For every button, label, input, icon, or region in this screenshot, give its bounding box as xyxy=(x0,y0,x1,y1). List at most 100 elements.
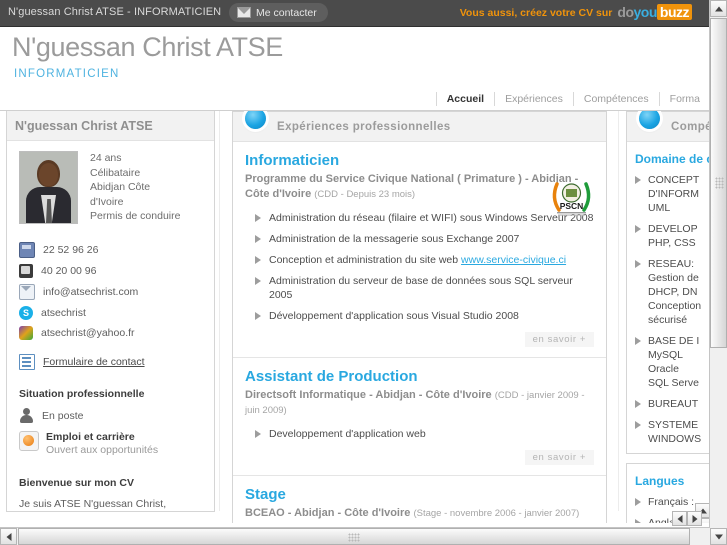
column-divider-left xyxy=(219,111,220,511)
identity-status: Célibataire xyxy=(90,166,141,179)
competence-item: RESEAU: Gestion de DHCP, DN Conception s… xyxy=(627,257,710,334)
promo-banner[interactable]: Vous aussi, créez votre CV sur doyou buzz xyxy=(460,4,692,22)
bullet-arrow-icon xyxy=(255,277,261,285)
situation-status: En poste xyxy=(42,409,84,422)
competences-column: Compéte Domaine de co CONCEPT D'INFORM U… xyxy=(626,111,710,523)
contact-list: 22 52 96 26 40 20 00 96 info@atsechrist.… xyxy=(19,242,204,340)
inner-scroll-right-arrow[interactable] xyxy=(687,511,702,526)
mobile-icon xyxy=(19,264,33,278)
bullet-text: Conception et administration du site web xyxy=(269,254,462,266)
contact-form-link[interactable]: Formulaire de contact xyxy=(19,354,204,370)
bullet-text: Administration du serveur de base de don… xyxy=(269,275,573,301)
contact-me-button[interactable]: Me contacter xyxy=(229,3,328,22)
form-icon xyxy=(19,354,35,370)
experience-org: BCEAO - Abidjan - Côte d'Ivoire (Stage -… xyxy=(245,506,594,521)
bullet-arrow-icon xyxy=(635,260,641,268)
identity-city: Abidjan Côte xyxy=(90,181,151,193)
contact-skype[interactable]: S atsechrist xyxy=(19,306,204,320)
blue-dot-icon xyxy=(639,111,660,129)
contact-skype-value: atsechrist xyxy=(41,307,86,319)
en-savoir-plus-link[interactable]: en savoir + xyxy=(524,450,594,465)
experience-item: Informaticien Programme du Service Civiq… xyxy=(233,142,606,358)
bullet-arrow-icon xyxy=(635,225,641,233)
competence-text: RESEAU: Gestion de DHCP, DN Conception s… xyxy=(648,258,702,326)
phone-icon xyxy=(19,242,35,258)
experience-item: Stage BCEAO - Abidjan - Côte d'Ivoire (S… xyxy=(233,476,606,523)
experiences-panel: Expériences professionnelles Informatici… xyxy=(232,111,607,523)
contact-email[interactable]: info@atsechrist.com xyxy=(19,284,204,300)
inner-horizontal-scrollbar[interactable] xyxy=(672,511,708,526)
scroll-down-arrow[interactable] xyxy=(710,528,727,545)
doyoubuzz-logo[interactable]: doyou buzz xyxy=(617,4,692,22)
competence-text: DEVELOP PHP, CSS xyxy=(648,223,698,249)
main-navigation: Accueil Expériences Compétences Forma xyxy=(0,88,710,111)
competence-text: SYSTEME WINDOWS xyxy=(648,419,702,445)
bullet-item: Administration de la messagerie sous Exc… xyxy=(245,232,594,246)
experience-org-name: BCEAO - Abidjan - Côte d'Ivoire xyxy=(245,507,411,519)
inner-scroll-left-arrow[interactable] xyxy=(672,511,687,526)
contact-form-label: Formulaire de contact xyxy=(43,356,145,368)
bullet-text: Administration du réseau (filaire et WIF… xyxy=(269,212,594,224)
bullet-arrow-icon xyxy=(255,430,261,438)
cv-header: N'guessan Christ ATSE INFORMATICIEN xyxy=(0,27,710,87)
experiences-column: Expériences professionnelles Informatici… xyxy=(232,111,607,523)
bullet-item: Developpement d'application web xyxy=(245,427,594,441)
bullet-arrow-icon xyxy=(255,312,261,320)
competence-item: SYSTEME WINDOWS xyxy=(627,418,710,453)
tab-competences[interactable]: Compétences xyxy=(572,92,659,106)
scroll-up-arrow[interactable] xyxy=(710,0,727,17)
profile-sidebar: N'guessan Christ ATSE 24 ans Célibataire… xyxy=(6,111,215,512)
vertical-scroll-thumb[interactable] xyxy=(710,18,727,348)
tab-formation[interactable]: Forma xyxy=(658,92,710,106)
topbar-title: N'guessan Christ ATSE - INFORMATICIEN xyxy=(8,6,222,18)
langue-text: Français : xyxy=(648,496,695,508)
contact-yahoo[interactable]: atsechrist@yahoo.fr xyxy=(19,326,204,340)
experience-bullets: Developpement d'application web xyxy=(245,427,594,441)
bullet-arrow-icon xyxy=(635,498,641,506)
horizontal-scrollbar[interactable] xyxy=(0,527,710,545)
contact-mobile[interactable]: 40 20 00 96 xyxy=(19,264,204,278)
svg-text:PSCN: PSCN xyxy=(560,201,584,211)
bullet-item: Administration du serveur de base de don… xyxy=(245,274,594,302)
welcome-heading: Bienvenue sur mon CV xyxy=(19,477,134,489)
en-savoir-plus-link[interactable]: en savoir + xyxy=(524,332,594,347)
contact-mobile-value: 40 20 00 96 xyxy=(41,265,97,277)
identity-lines: 24 ans Célibataire Abidjan Côte d'Ivoire… xyxy=(90,151,180,224)
yahoo-icon xyxy=(19,326,33,340)
scroll-left-arrow[interactable] xyxy=(0,528,17,545)
competence-text: BUREAUT xyxy=(648,398,699,410)
situation-heading: Situation professionnelle xyxy=(19,388,145,400)
experiences-panel-title: Expériences professionnelles xyxy=(277,120,451,133)
top-bar: N'guessan Christ ATSE - INFORMATICIEN Me… xyxy=(0,0,710,27)
competences-panel-header: Compéte xyxy=(627,111,710,142)
experience-job-title: Informaticien xyxy=(245,152,340,169)
bullet-arrow-icon xyxy=(255,214,261,222)
sidebar-header: N'guessan Christ ATSE xyxy=(7,111,214,141)
career-row: Emploi et carrière Ouvert aux opportunit… xyxy=(19,431,204,457)
career-title: Emploi et carrière xyxy=(46,431,135,443)
situation-status-row: En poste xyxy=(19,408,204,423)
skype-icon: S xyxy=(19,306,33,320)
experience-org: Programme du Service Civique National ( … xyxy=(245,172,594,202)
bullet-arrow-icon xyxy=(255,235,261,243)
horizontal-scroll-thumb[interactable] xyxy=(18,528,690,545)
avatar xyxy=(19,151,78,224)
contact-phone[interactable]: 22 52 96 26 xyxy=(19,242,204,258)
welcome-text: Je suis ATSE N'guessan Christ, xyxy=(19,498,167,510)
bullet-arrow-icon xyxy=(635,421,641,429)
column-divider-right xyxy=(618,111,619,511)
blue-dot-icon xyxy=(245,111,266,129)
bullet-arrow-icon xyxy=(635,519,641,523)
tab-accueil[interactable]: Accueil xyxy=(435,92,494,106)
identity-country: d'Ivoire xyxy=(90,195,124,208)
bullet-arrow-icon xyxy=(635,176,641,184)
experience-item: Assistant de Production Directsoft Infor… xyxy=(233,358,606,476)
langues-heading: Langues xyxy=(635,474,685,488)
website-link[interactable]: www.service-civique.ci xyxy=(461,254,566,266)
bullet-item: Conception et administration du site web… xyxy=(245,253,594,267)
vertical-scrollbar[interactable] xyxy=(709,0,727,545)
bullet-text-with-link: Conception et administration du site web… xyxy=(269,253,566,267)
sidebar-heading: N'guessan Christ ATSE xyxy=(15,118,153,133)
tab-experiences[interactable]: Expériences xyxy=(494,92,573,106)
page-body: N'guessan Christ ATSE 24 ans Célibataire… xyxy=(0,111,710,523)
